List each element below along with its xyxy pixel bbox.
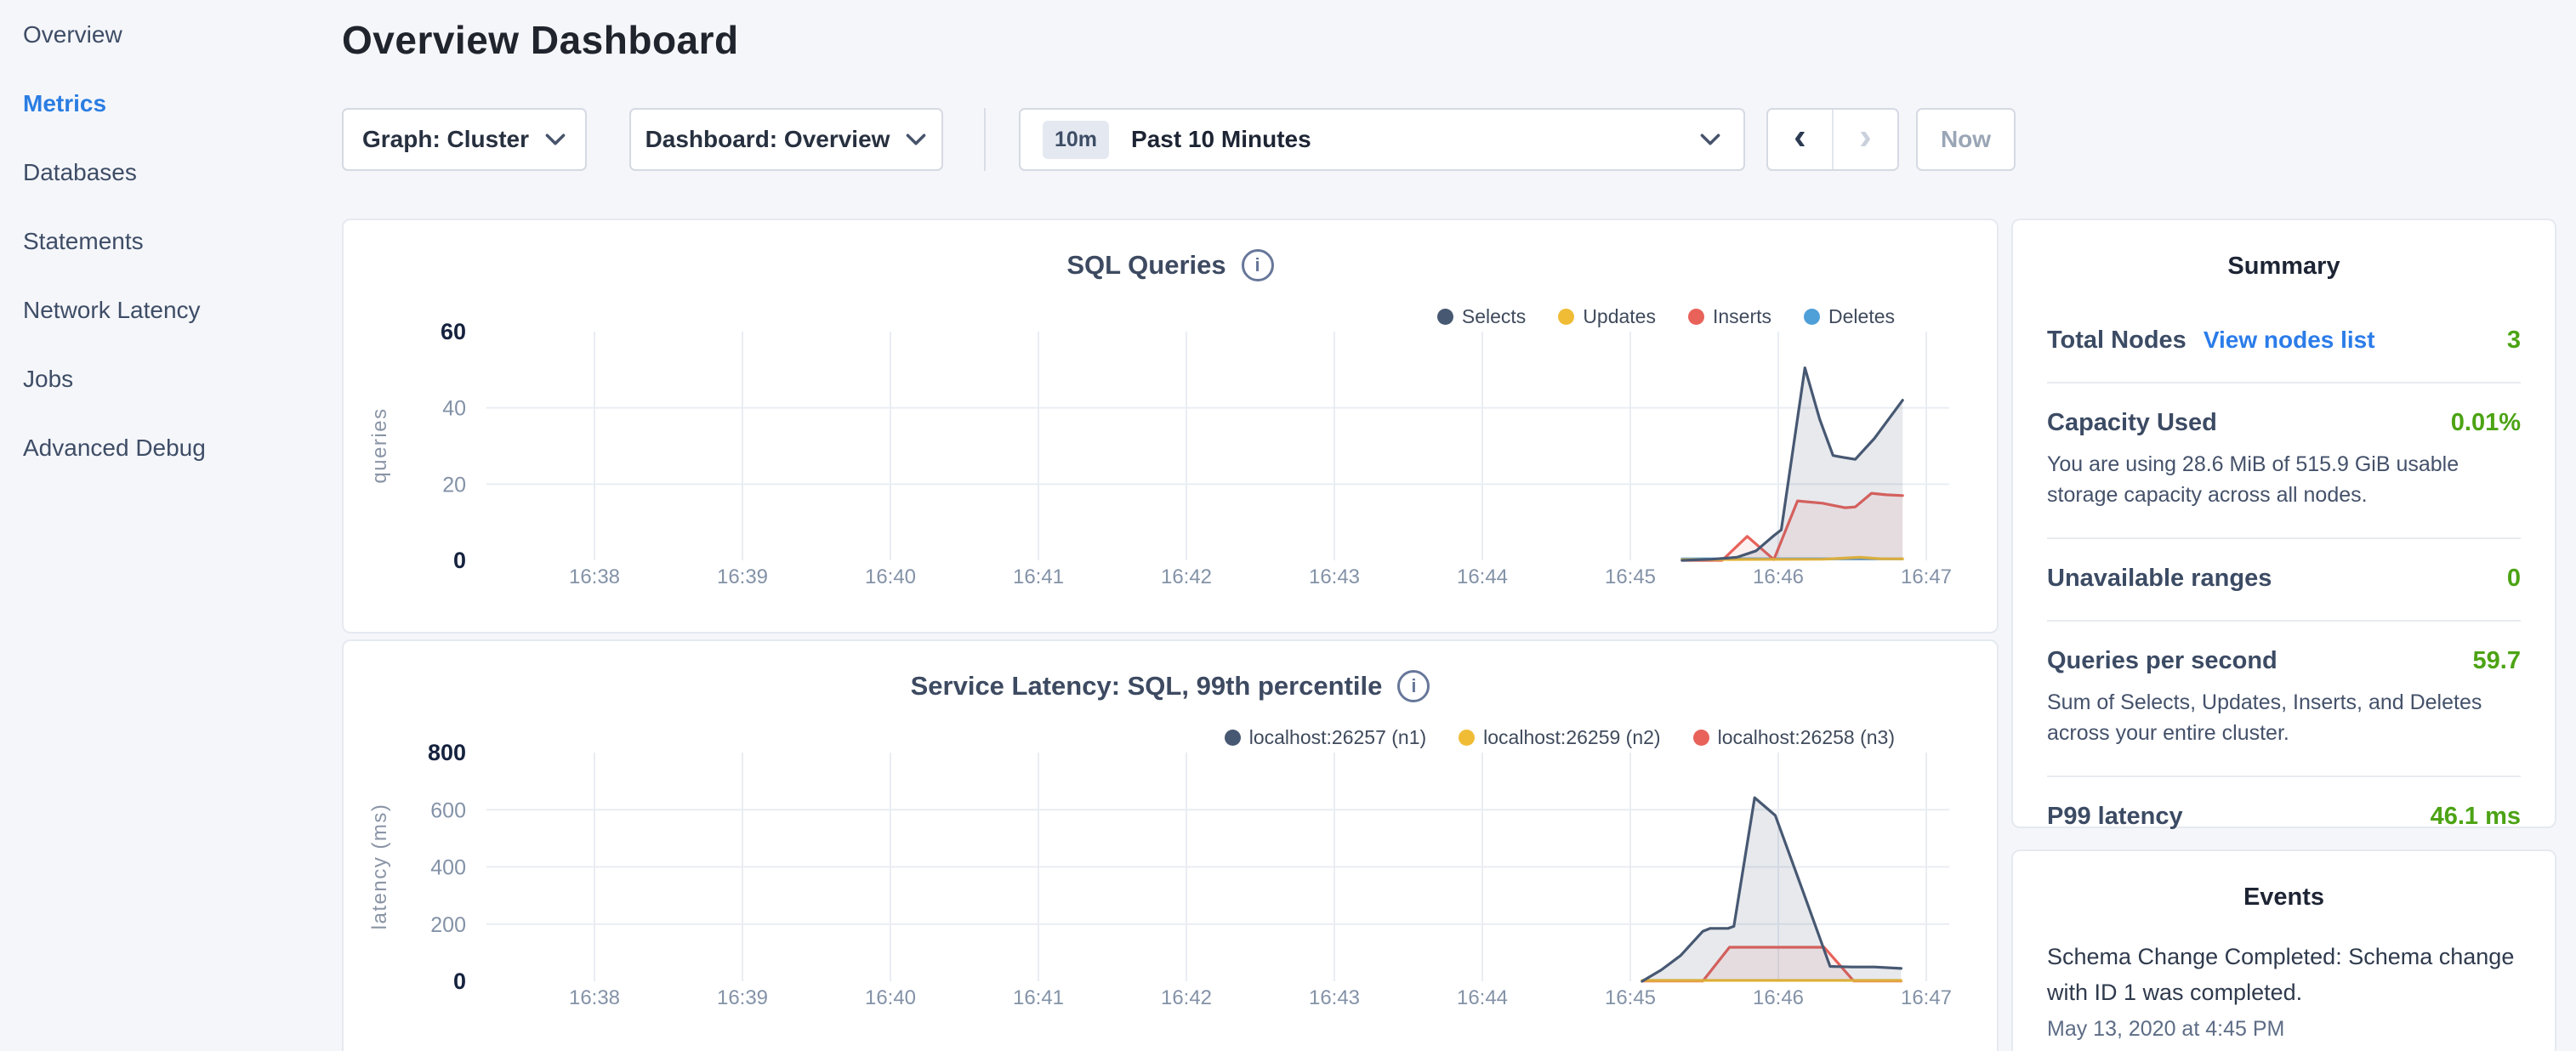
sidebar-item-advanced-debug[interactable]: Advanced Debug	[0, 413, 342, 482]
sidebar-item-statements[interactable]: Statements	[0, 207, 342, 276]
time-window-badge: 10m	[1043, 121, 1109, 159]
now-button[interactable]: Now	[1916, 108, 2016, 171]
svg-text:16:43: 16:43	[1309, 986, 1360, 1009]
sql-queries-card: SQL Queries i SelectsUpdatesInsertsDelet…	[342, 219, 1999, 633]
svg-text:16:45: 16:45	[1605, 565, 1656, 588]
summary-title: Summary	[2047, 220, 2521, 281]
divider	[2047, 537, 2521, 539]
svg-text:16:42: 16:42	[1161, 565, 1212, 588]
summary-row-value: 59.7	[2473, 647, 2521, 675]
svg-text:0: 0	[453, 548, 466, 573]
info-icon[interactable]: i	[1397, 670, 1430, 702]
chart-title: Service Latency: SQL, 99th percentile	[911, 671, 1383, 702]
service-latency-card: Service Latency: SQL, 99th percentile i …	[342, 639, 1999, 1051]
chevron-left-icon: ‹	[1794, 118, 1806, 156]
chart-title-row: Service Latency: SQL, 99th percentile i	[344, 670, 1997, 702]
summary-row-value: 3	[2507, 327, 2521, 355]
summary-row-label: Capacity Used	[2047, 409, 2217, 437]
dashboard-dropdown[interactable]: Dashboard: Overview	[629, 108, 943, 171]
metrics-page: Overview Metrics Databases Statements Ne…	[0, 0, 2576, 1051]
sidebar-item-network-latency[interactable]: Network Latency	[0, 276, 342, 344]
svg-text:20: 20	[442, 473, 466, 497]
svg-text:16:38: 16:38	[569, 565, 620, 588]
summary-row-label: Queries per second	[2047, 647, 2277, 675]
summary-row-label: Total Nodes	[2047, 327, 2186, 355]
divider	[2047, 382, 2521, 383]
svg-text:200: 200	[430, 913, 466, 937]
divider	[2047, 620, 2521, 622]
divider	[2047, 775, 2521, 777]
service-latency-chart[interactable]: 16:38 16:39 16:40 16:41 16:42 16:43 16:44 16:45…	[359, 736, 1983, 1018]
time-prev-button[interactable]: ‹	[1768, 110, 1832, 169]
summary-row-capacity: Capacity Used 0.01%	[2047, 409, 2521, 437]
summary-row-total-nodes: Total Nodes View nodes list 3	[2047, 327, 2521, 355]
summary-row-p99: P99 latency 46.1 ms	[2047, 803, 2521, 831]
svg-text:16:41: 16:41	[1013, 986, 1064, 1009]
svg-text:16:38: 16:38	[569, 986, 620, 1009]
event-item-text: Schema Change Completed: Schema change w…	[2047, 939, 2521, 1010]
svg-text:800: 800	[428, 740, 466, 765]
chevron-down-icon	[544, 133, 566, 146]
svg-text:16:42: 16:42	[1161, 986, 1212, 1009]
summary-row-label: Unavailable ranges	[2047, 565, 2272, 593]
summary-row-label: P99 latency	[2047, 803, 2183, 831]
svg-text:16:40: 16:40	[865, 986, 916, 1009]
summary-row-description: Sum of Selects, Updates, Inserts, and De…	[2047, 687, 2521, 748]
svg-text:16:45: 16:45	[1605, 986, 1656, 1009]
chevron-down-icon	[905, 133, 927, 146]
svg-text:400: 400	[430, 856, 466, 880]
svg-text:60: 60	[441, 319, 466, 344]
sidebar-item-metrics[interactable]: Metrics	[0, 69, 342, 138]
summary-panel: Summary Total Nodes View nodes list 3 Ca…	[2011, 219, 2556, 828]
chevron-right-icon: ›	[1859, 118, 1872, 156]
svg-text:16:43: 16:43	[1309, 565, 1360, 588]
chart-title-row: SQL Queries i	[344, 249, 1997, 281]
view-nodes-list-link[interactable]: View nodes list	[2204, 327, 2375, 354]
sidebar: Overview Metrics Databases Statements Ne…	[0, 0, 342, 482]
svg-text:0: 0	[453, 969, 466, 994]
summary-row-value: 0	[2507, 565, 2521, 593]
page-title: Overview Dashboard	[342, 17, 739, 63]
events-panel: Events Schema Change Completed: Schema c…	[2011, 849, 2556, 1051]
time-next-button[interactable]: ›	[1832, 110, 1897, 169]
svg-text:16:44: 16:44	[1457, 986, 1508, 1009]
summary-row-qps: Queries per second 59.7	[2047, 647, 2521, 675]
svg-text:16:40: 16:40	[865, 565, 916, 588]
info-icon[interactable]: i	[1242, 249, 1274, 281]
sidebar-item-databases[interactable]: Databases	[0, 138, 342, 207]
svg-text:16:47: 16:47	[1901, 565, 1952, 588]
chevron-down-icon	[1699, 133, 1721, 146]
svg-text:16:41: 16:41	[1013, 565, 1064, 588]
graph-dropdown-label: Graph: Cluster	[362, 126, 529, 153]
header-divider	[984, 108, 986, 171]
svg-text:16:39: 16:39	[717, 565, 768, 588]
dashboard-dropdown-label: Dashboard: Overview	[645, 126, 890, 153]
summary-row-description: You are using 28.6 MiB of 515.9 GiB usab…	[2047, 449, 2521, 510]
time-window-label: Past 10 Minutes	[1131, 126, 1677, 153]
chart-title: SQL Queries	[1066, 250, 1225, 281]
summary-row-value: 0.01%	[2451, 409, 2521, 437]
svg-text:16:47: 16:47	[1901, 986, 1952, 1009]
sidebar-item-jobs[interactable]: Jobs	[0, 344, 342, 413]
summary-row-unavailable-ranges: Unavailable ranges 0	[2047, 565, 2521, 593]
event-item-timestamp: May 13, 2020 at 4:45 PM	[2047, 1017, 2521, 1042]
svg-text:40: 40	[442, 397, 466, 421]
time-step-buttons: ‹ ›	[1766, 108, 1899, 171]
sql-queries-chart[interactable]: 16:38 16:39 16:40 16:41 16:42 16:43 16:44 16:45…	[359, 315, 1983, 597]
events-title: Events	[2047, 851, 2521, 912]
time-window-selector[interactable]: 10m Past 10 Minutes	[1019, 108, 1745, 171]
svg-text:16:39: 16:39	[717, 986, 768, 1009]
svg-text:16:46: 16:46	[1753, 986, 1804, 1009]
graph-dropdown[interactable]: Graph: Cluster	[342, 108, 587, 171]
svg-text:16:46: 16:46	[1753, 565, 1804, 588]
svg-text:600: 600	[430, 798, 466, 822]
summary-row-value: 46.1 ms	[2431, 803, 2521, 831]
sidebar-item-overview[interactable]: Overview	[0, 0, 342, 69]
svg-text:16:44: 16:44	[1457, 565, 1508, 588]
